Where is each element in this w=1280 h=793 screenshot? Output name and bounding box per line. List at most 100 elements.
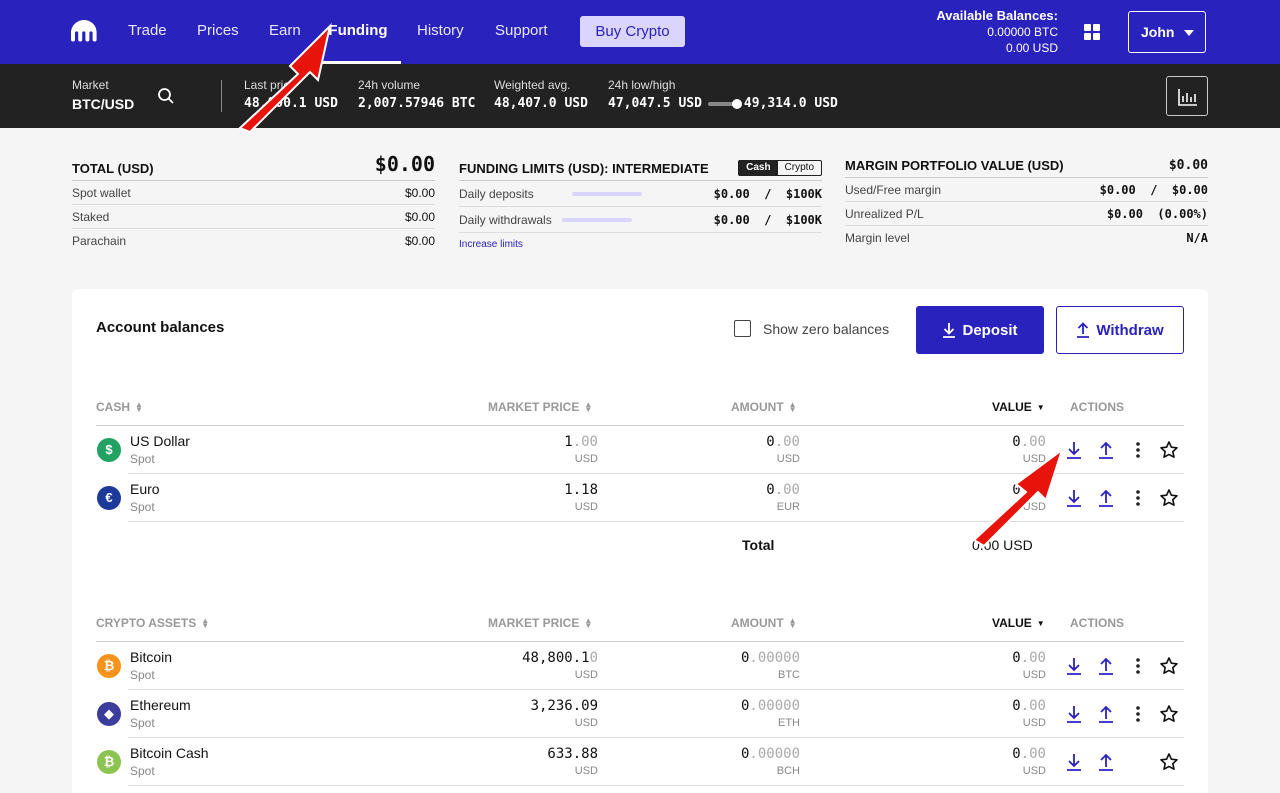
market-bar: Market BTC/USD Last price 48,800.1 USD 2… (0, 64, 1280, 128)
limit-row: Daily deposits $0.00 / $100K (459, 181, 822, 207)
table-row[interactable]: € Euro Spot 1.18 USD 0.00 EUR 0.00 USD (96, 474, 1184, 522)
star-icon[interactable] (1159, 440, 1179, 460)
header-market-price[interactable]: MARKET PRICE ▲ ▼ (488, 616, 592, 630)
more-options-icon[interactable] (1129, 656, 1147, 676)
value: 0.00 (1012, 746, 1046, 762)
header-value[interactable]: VALUE ▼ (992, 616, 1045, 630)
header-cash[interactable]: CASH ▲ ▼ (96, 400, 143, 414)
deposit-button[interactable]: Deposit (916, 306, 1044, 354)
deposit-icon[interactable] (1065, 752, 1083, 772)
currency-icon: € (97, 486, 121, 510)
nav-funding[interactable]: Funding (315, 0, 401, 64)
withdraw-icon[interactable] (1097, 440, 1115, 460)
amount-unit: BCH (776, 765, 800, 777)
nav-trade[interactable]: Trade (128, 0, 167, 64)
withdraw-icon[interactable] (1097, 656, 1115, 676)
total-value: $0.00 (374, 152, 435, 176)
price-unit: USD (574, 717, 598, 729)
margin-row: Used/Free margin $0.00 / $0.00 (845, 178, 1208, 202)
balance-usd: 0.00 USD (1005, 41, 1058, 55)
header-actions: ACTIONS (1070, 616, 1124, 630)
row-value: $0.00 / $100K (713, 212, 822, 227)
header-crypto-assets[interactable]: CRYPTO ASSETS ▲ ▼ (96, 616, 209, 630)
show-zero-balances-checkbox[interactable]: Show zero balances (734, 320, 889, 337)
checkbox-box[interactable] (734, 320, 751, 337)
limit-row: Daily withdrawals $0.00 / $100K (459, 207, 822, 233)
star-icon[interactable] (1159, 656, 1179, 676)
asset-type: Spot (130, 452, 155, 466)
asset-type: Spot (130, 500, 155, 514)
limits-title: FUNDING LIMITS (USD): INTERMEDIATE (459, 160, 709, 176)
header-market-price[interactable]: MARKET PRICE ▲ ▼ (488, 400, 592, 414)
chart-button[interactable] (1166, 76, 1208, 116)
kraken-logo-icon[interactable] (70, 19, 98, 43)
row-label: Daily deposits (459, 186, 534, 201)
table-row[interactable]: ₿ Bitcoin Spot 48,800.10 USD 0.00000 BTC… (96, 642, 1184, 690)
nav-history[interactable]: History (417, 0, 464, 64)
amount: 0.00000 (740, 746, 800, 762)
search-icon[interactable] (157, 87, 175, 105)
apps-grid-icon[interactable] (1084, 24, 1100, 40)
cash-crypto-toggle[interactable]: Cash Crypto (738, 160, 822, 176)
wavg-value: 48,407.0 USD (494, 96, 588, 111)
withdraw-button[interactable]: Withdraw (1056, 306, 1184, 354)
table-row[interactable]: $ US Dollar Spot 1.00 USD 0.00 USD 0.00 … (96, 426, 1184, 474)
market-price: 48,800.10 (522, 650, 598, 666)
value-unit: USD (1022, 765, 1046, 777)
funding-limits-panel: FUNDING LIMITS (USD): INTERMEDIATE Cash … (459, 152, 822, 250)
withdraw-icon[interactable] (1097, 752, 1115, 772)
deposit-icon[interactable] (1065, 488, 1083, 508)
table-row[interactable]: ₿ Bitcoin Cash Spot 633.88 USD 0.00000 B… (96, 738, 1184, 786)
header-amount[interactable]: AMOUNT ▲ ▼ (731, 400, 797, 414)
toggle-cash[interactable]: Cash (739, 161, 778, 175)
value-unit: USD (1022, 501, 1046, 513)
total-title: TOTAL (USD) (72, 161, 154, 176)
asset-type: Spot (130, 716, 155, 730)
star-icon[interactable] (1159, 704, 1179, 724)
deposit-icon[interactable] (1065, 440, 1083, 460)
deposit-icon[interactable] (1065, 704, 1083, 724)
more-options-icon[interactable] (1129, 488, 1147, 508)
asset-name: Euro (130, 481, 160, 497)
toggle-crypto[interactable]: Crypto (778, 161, 821, 175)
header-value[interactable]: VALUE ▼ (992, 400, 1045, 414)
total-header: TOTAL (USD) $0.00 (72, 152, 435, 181)
amount: 0.00000 (740, 650, 800, 666)
increase-limits-link[interactable]: Increase limits (459, 239, 822, 250)
price-unit: USD (574, 765, 598, 777)
deposit-icon[interactable] (1065, 656, 1083, 676)
upload-icon (1077, 322, 1090, 338)
download-icon (943, 323, 956, 338)
withdraw-icon[interactable] (1097, 488, 1115, 508)
more-options-icon[interactable] (1129, 704, 1147, 724)
market-selector[interactable]: Market BTC/USD (72, 78, 134, 112)
currency-icon: ₿ (97, 750, 121, 774)
row-label: Daily withdrawals (459, 212, 552, 227)
amount-unit: ETH (778, 717, 800, 729)
deposit-label: Deposit (962, 321, 1018, 339)
nav-prices[interactable]: Prices (197, 0, 239, 64)
header-amount[interactable]: AMOUNT ▲ ▼ (731, 616, 797, 630)
nav-earn[interactable]: Earn (269, 0, 301, 64)
nav-support[interactable]: Support (495, 0, 548, 64)
row-label: Parachain (72, 234, 127, 248)
total-label: Total (742, 537, 775, 553)
price-unit: USD (574, 669, 598, 681)
total-amount: 0.00 USD (972, 537, 1033, 553)
withdraw-icon[interactable] (1097, 704, 1115, 724)
buy-crypto-button[interactable]: Buy Crypto (580, 16, 685, 47)
volume-label: 24h volume (358, 78, 421, 92)
row-label: Margin level (845, 231, 910, 245)
user-menu-button[interactable]: John (1128, 11, 1206, 53)
value-unit: USD (1022, 717, 1046, 729)
range-slider (707, 98, 742, 109)
table-row[interactable]: ◆ Ethereum Spot 3,236.09 USD 0.00000 ETH… (96, 690, 1184, 738)
star-icon[interactable] (1159, 752, 1179, 772)
progress-bar (561, 218, 632, 223)
low-high-24h: 24h low/high 47,047.5 USD 49,314.0 USD (608, 78, 838, 111)
market-label: Market (72, 78, 109, 92)
star-icon[interactable] (1159, 488, 1179, 508)
more-options-icon[interactable] (1129, 440, 1147, 460)
last-price-label: Last price (244, 78, 297, 92)
withdraw-label: Withdraw (1096, 321, 1164, 339)
